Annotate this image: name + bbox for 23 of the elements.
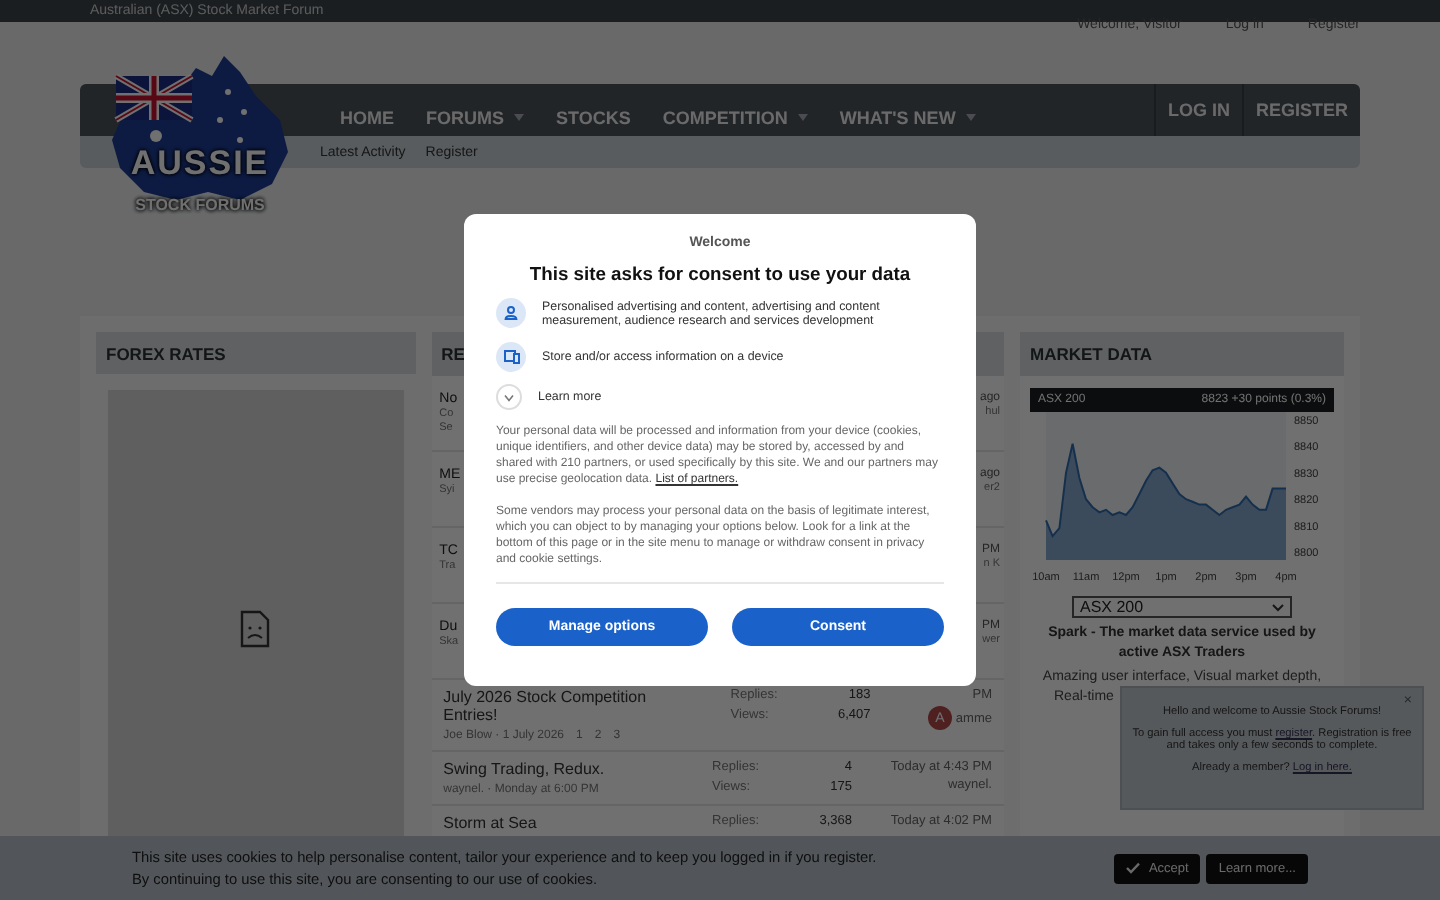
nav-tab[interactable]: FORUMS	[410, 108, 540, 128]
chevron-down-icon	[1272, 603, 1284, 611]
devices-icon	[503, 350, 519, 364]
nav-tab[interactable]: WHAT'S NEW	[823, 108, 992, 128]
check-icon	[1126, 862, 1141, 874]
thread-title[interactable]: Swing Trading, Redux.	[443, 760, 674, 778]
nav-tab[interactable]: STOCKS	[540, 108, 647, 128]
broken-document-icon	[240, 610, 271, 649]
nav-tab[interactable]: COMPETITION	[646, 108, 824, 128]
chevron-icon	[504, 393, 514, 401]
logo-text: AUSSIE	[128, 144, 272, 184]
caret-icon	[514, 114, 524, 122]
caret-icon	[797, 114, 808, 122]
logo-text: STOCK FORUMS	[132, 196, 268, 214]
nav-tab[interactable]: HOME	[324, 108, 410, 128]
thread-title[interactable]: July 2026 Stock Competition Entries!	[443, 688, 674, 724]
dialog-title: This site asks for consent to use your data	[527, 262, 913, 284]
caret-icon	[965, 114, 976, 122]
block-header: MARKET DATA	[1020, 332, 1344, 376]
index-select[interactable]: ASX 200	[1072, 596, 1292, 618]
block-header: FOREX RATES	[96, 332, 416, 375]
person-icon	[504, 306, 518, 320]
thread-title[interactable]: Storm at Sea	[443, 814, 674, 832]
